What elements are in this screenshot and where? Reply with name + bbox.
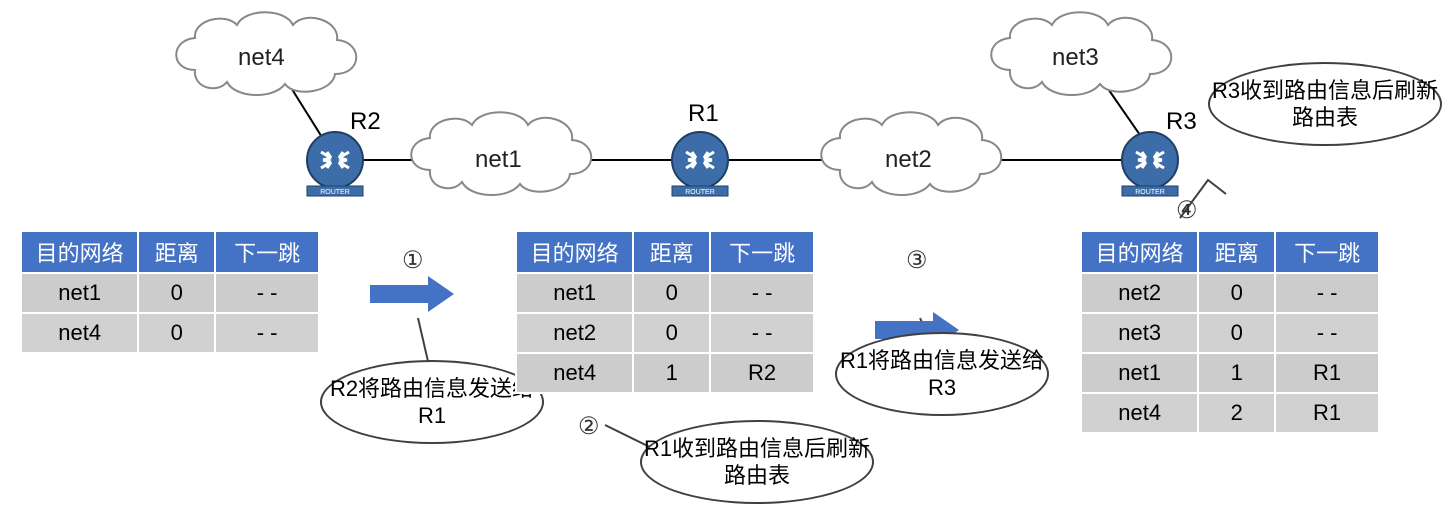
th-next: 下一跳 — [1275, 231, 1379, 273]
step2-text: R1收到路由信息后刷新路由表 — [642, 435, 872, 490]
th-dest: 目的网络 — [516, 231, 633, 273]
step1-text: R2将路由信息发送给R1 — [322, 375, 542, 430]
table-row: net4 0 - - — [21, 313, 319, 353]
router-r1-label: R1 — [688, 100, 719, 128]
table-row: net4 1 R2 — [516, 353, 814, 393]
table-row: net1 0 - - — [516, 273, 814, 313]
th-dist: 距离 — [633, 231, 710, 273]
router-r3-label: R3 — [1166, 108, 1197, 136]
table-row: net1 0 - - — [21, 273, 319, 313]
router-r1-icon — [672, 132, 728, 196]
table-row: net2 0 - - — [1081, 273, 1379, 313]
net3-label: net3 — [1052, 44, 1099, 72]
step3-callout: R1将路由信息发送给R3 — [835, 332, 1049, 416]
th-dest: 目的网络 — [21, 231, 138, 273]
th-dist: 距离 — [138, 231, 215, 273]
step2-number: ② — [578, 412, 600, 441]
step4-callout: R3收到路由信息后刷新路由表 — [1208, 62, 1442, 146]
th-next: 下一跳 — [215, 231, 319, 273]
routing-table-r2: 目的网络 距离 下一跳 net1 0 - - net4 0 - - — [20, 230, 320, 354]
router-r2-icon — [307, 132, 363, 196]
step1-callout: R2将路由信息发送给R1 — [320, 360, 544, 444]
step4-text: R3收到路由信息后刷新路由表 — [1210, 77, 1440, 132]
table-row: net3 0 - - — [1081, 313, 1379, 353]
net1-label: net1 — [475, 146, 522, 174]
step1-arrow-icon — [370, 276, 456, 312]
table-row: net1 1 R1 — [1081, 353, 1379, 393]
step3-text: R1将路由信息发送给R3 — [837, 347, 1047, 402]
routing-table-r1: 目的网络 距离 下一跳 net1 0 - - net2 0 - - net4 1… — [515, 230, 815, 394]
th-dist: 距离 — [1198, 231, 1275, 273]
table-row: net4 2 R1 — [1081, 393, 1379, 433]
net4-label: net4 — [238, 44, 285, 72]
step4-number: ④ — [1176, 196, 1198, 225]
step1-number: ① — [402, 246, 424, 275]
routing-table-r3: 目的网络 距离 下一跳 net2 0 - - net3 0 - - net1 1… — [1080, 230, 1380, 434]
router-r2-label: R2 — [350, 108, 381, 136]
step2-callout: R1收到路由信息后刷新路由表 — [640, 420, 874, 504]
step3-number: ③ — [906, 246, 928, 275]
net2-label: net2 — [885, 146, 932, 174]
th-dest: 目的网络 — [1081, 231, 1198, 273]
router-r3-icon — [1122, 132, 1178, 196]
th-next: 下一跳 — [710, 231, 814, 273]
table-row: net2 0 - - — [516, 313, 814, 353]
